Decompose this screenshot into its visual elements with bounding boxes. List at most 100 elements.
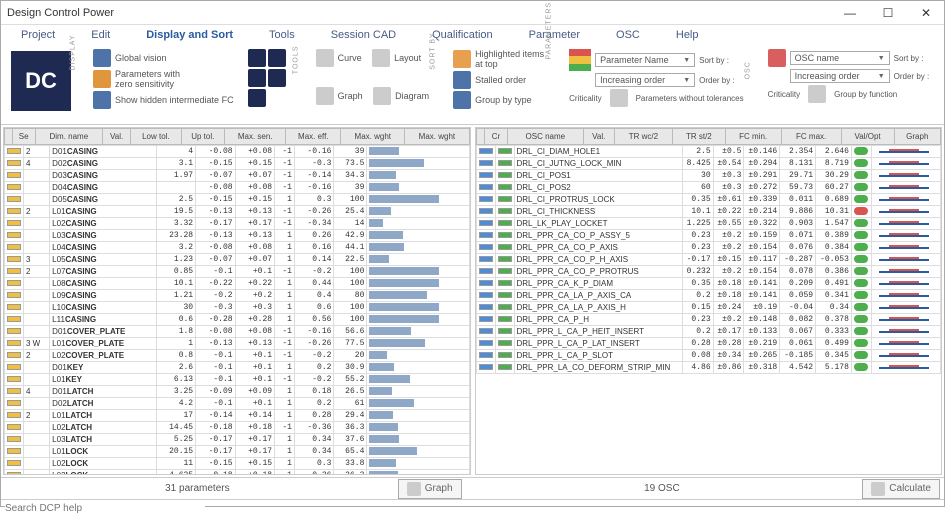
menu-help[interactable]: Help bbox=[676, 29, 699, 41]
table-row[interactable]: L02LATCH14.45-0.18+0.18-1-0.3636.3 bbox=[5, 422, 470, 434]
close-button[interactable]: ✕ bbox=[914, 6, 938, 20]
col-header[interactable]: FC max. bbox=[781, 129, 841, 145]
col-header[interactable]: Graph bbox=[894, 129, 940, 145]
col-header[interactable]: TR wc/2 bbox=[614, 129, 672, 145]
table-row[interactable]: L08CASING10.1-0.22+0.2210.44100 bbox=[5, 278, 470, 290]
table-row[interactable]: DRL_PPR_CA_CO_P_AXIS0.23±0.2±0.1540.0760… bbox=[476, 242, 941, 254]
table-row[interactable]: DRL_CI_PROTRUS_LOCK0.35±0.61±0.3390.0110… bbox=[476, 194, 941, 206]
param-sort-select[interactable]: Parameter Name▼ bbox=[595, 53, 695, 67]
col-header[interactable]: Val. bbox=[103, 129, 131, 145]
table-row[interactable]: L10CASING30-0.3+0.310.6100 bbox=[5, 302, 470, 314]
table-row[interactable]: DRL_PPR_CA_LA_P_AXIS_CA0.2±0.18±0.1410.0… bbox=[476, 290, 941, 302]
table-row[interactable]: 4D02CASING3.1-0.15+0.15-1-0.373.5 bbox=[5, 158, 470, 170]
table-row[interactable]: D04CASING-0.08+0.08-1-0.1639 bbox=[5, 182, 470, 194]
param-crit-icon[interactable] bbox=[569, 49, 591, 71]
table-row[interactable]: DRL_PPR_CA_CO_P_PROTRUS0.232±0.2±0.1540.… bbox=[476, 266, 941, 278]
col-header[interactable]: FC min. bbox=[725, 129, 781, 145]
menu-qualification[interactable]: Qualification bbox=[432, 29, 493, 41]
table-row[interactable]: 4D01LATCH3.25-0.09+0.0910.1826.5 bbox=[5, 386, 470, 398]
table-row[interactable]: DRL_PPR_LA_CO_DEFORM_STRIP_MIN4.86±0.86±… bbox=[476, 362, 941, 374]
param-order-select[interactable]: Increasing order▼ bbox=[595, 73, 695, 87]
sort-flag2-icon[interactable] bbox=[268, 69, 286, 87]
table-row[interactable]: L02CASING3.32-0.17+0.17-1-0.3414 bbox=[5, 218, 470, 230]
menu-display-and-sort[interactable]: Display and Sort bbox=[146, 29, 233, 41]
table-row[interactable]: D03CASING1.97-0.07+0.07-1-0.1434.3 bbox=[5, 170, 470, 182]
global-vision-icon[interactable] bbox=[93, 49, 111, 67]
table-row[interactable]: DRL_PPR_CA_P_H0.23±0.2±0.1480.0820.378 bbox=[476, 314, 941, 326]
table-row[interactable]: L03CASING23.28-0.13+0.1310.2642.9 bbox=[5, 230, 470, 242]
group-type-icon[interactable] bbox=[453, 91, 471, 109]
curve-icon[interactable] bbox=[316, 49, 334, 67]
param-tol-icon[interactable] bbox=[610, 89, 628, 107]
menu-parameter[interactable]: Parameter bbox=[529, 29, 580, 41]
menu-edit[interactable]: Edit bbox=[91, 29, 110, 41]
maximize-button[interactable]: ☐ bbox=[876, 6, 900, 20]
table-row[interactable]: L09CASING1.21-0.2+0.210.480 bbox=[5, 290, 470, 302]
table-row[interactable]: L02LOCK11-0.15+0.1510.333.8 bbox=[5, 458, 470, 470]
col-header[interactable]: Max. wght bbox=[405, 129, 469, 145]
table-row[interactable]: DRL_CI_POS130±0.3±0.29129.7130.29 bbox=[476, 170, 941, 182]
table-row[interactable]: 2L07CASING0.85-0.1+0.1-1-0.2100 bbox=[5, 266, 470, 278]
col-header[interactable] bbox=[476, 129, 485, 145]
col-header[interactable]: Max. eff. bbox=[286, 129, 341, 145]
col-header[interactable]: Val. bbox=[583, 129, 614, 145]
menu-osc[interactable]: OSC bbox=[616, 29, 640, 41]
table-row[interactable]: DRL_LK_PLAY_LOCKET1.225±0.55±0.3220.9031… bbox=[476, 218, 941, 230]
col-header[interactable]: Cr bbox=[485, 129, 508, 145]
table-row[interactable]: D01KEY2.6-0.1+0.110.230.9 bbox=[5, 362, 470, 374]
col-header[interactable] bbox=[5, 129, 13, 145]
col-header[interactable]: OSC name bbox=[507, 129, 583, 145]
layout-icon[interactable] bbox=[372, 49, 390, 67]
search-input[interactable] bbox=[5, 503, 205, 514]
table-row[interactable]: 2D01CASING4-0.08+0.08-1-0.1639 bbox=[5, 146, 470, 158]
graph-icon[interactable] bbox=[316, 87, 334, 105]
table-row[interactable]: DRL_CI_POS260±0.3±0.27259.7360.27 bbox=[476, 182, 941, 194]
col-header[interactable]: Dim. name bbox=[35, 129, 103, 145]
table-row[interactable]: DRL_PPR_L_CA_P_SLOT0.08±0.34±0.265-0.185… bbox=[476, 350, 941, 362]
minimize-button[interactable]: — bbox=[838, 6, 862, 20]
sort-chart-icon[interactable] bbox=[268, 49, 286, 67]
col-header[interactable]: Max. sen. bbox=[225, 129, 286, 145]
table-row[interactable]: L03LOCK4.625-0.18+0.18-1-0.3636.3 bbox=[5, 470, 470, 475]
calculate-button[interactable]: Calculate bbox=[862, 479, 940, 499]
table-row[interactable]: DRL_CI_THICKNESS10.1±0.22±0.2149.88610.3… bbox=[476, 206, 941, 218]
sort-yz-icon[interactable] bbox=[248, 89, 266, 107]
table-row[interactable]: L03LATCH5.25-0.17+0.1710.3437.6 bbox=[5, 434, 470, 446]
menu-session-cad[interactable]: Session CAD bbox=[331, 29, 396, 41]
stalled-order-icon[interactable] bbox=[453, 71, 471, 89]
table-row[interactable]: DRL_PPR_L_CA_P_HEIT_INSERT0.2±0.17±0.133… bbox=[476, 326, 941, 338]
table-row[interactable]: 2L01LATCH17-0.14+0.1410.2829.4 bbox=[5, 410, 470, 422]
highlight-top-icon[interactable] bbox=[453, 50, 471, 68]
table-row[interactable]: DRL_PPR_L_CA_P_LAT_INSERT0.28±0.28±0.219… bbox=[476, 338, 941, 350]
osc-group-icon[interactable] bbox=[808, 85, 826, 103]
table-row[interactable]: L01KEY6.13-0.1+0.1-1-0.255.2 bbox=[5, 374, 470, 386]
menu-project[interactable]: Project bbox=[21, 29, 55, 41]
osc-sort-select[interactable]: OSC name▼ bbox=[790, 51, 890, 65]
sort-flag-icon[interactable] bbox=[248, 69, 266, 87]
col-header[interactable]: Max. wght bbox=[341, 129, 405, 145]
zero-sensitivity-icon[interactable] bbox=[93, 70, 111, 88]
diagram-icon[interactable] bbox=[373, 87, 391, 105]
col-header[interactable]: Val/Opt bbox=[841, 129, 894, 145]
table-row[interactable]: 3 WL01COVER_PLATE1-0.13+0.13-1-0.2677.5 bbox=[5, 338, 470, 350]
table-row[interactable]: 2L01CASING19.5-0.13+0.13-1-0.2625.4 bbox=[5, 206, 470, 218]
table-row[interactable]: D02LATCH4.2-0.1+0.110.261 bbox=[5, 398, 470, 410]
col-header[interactable]: TR st/2 bbox=[673, 129, 725, 145]
table-row[interactable]: D05CASING2.5-0.15+0.1510.3100 bbox=[5, 194, 470, 206]
hidden-fc-icon[interactable] bbox=[93, 91, 111, 109]
table-row[interactable]: DRL_PPR_CA_LA_P_AXIS_H0.15±0.24±0.19-0.0… bbox=[476, 302, 941, 314]
table-row[interactable]: 2L02COVER_PLATE0.8-0.1+0.1-1-0.220 bbox=[5, 350, 470, 362]
table-row[interactable]: DRL_CI_JUTNG_LOCK_MIN8.425±0.54±0.2948.1… bbox=[476, 158, 941, 170]
menu-tools[interactable]: Tools bbox=[269, 29, 295, 41]
graph-button[interactable]: Graph bbox=[398, 479, 462, 499]
table-row[interactable]: DRL_PPR_CA_CO_P_H_AXIS-0.17±0.15±0.117-0… bbox=[476, 254, 941, 266]
table-row[interactable]: L11CASING0.6-0.28+0.2810.56100 bbox=[5, 314, 470, 326]
col-header[interactable]: Low tol. bbox=[131, 129, 181, 145]
table-row[interactable]: DRL_PPR_CA_CO_P_ASSY_50.23±0.2±0.1590.07… bbox=[476, 230, 941, 242]
osc-arrow-icon[interactable] bbox=[768, 49, 786, 67]
table-row[interactable]: DRL_CI_DIAM_HOLE12.5±0.5±0.1462.3542.646 bbox=[476, 146, 941, 158]
table-row[interactable]: D01COVER_PLATE1.8-0.08+0.08-1-0.1656.6 bbox=[5, 326, 470, 338]
table-row[interactable]: L01LOCK20.15-0.17+0.1710.3465.4 bbox=[5, 446, 470, 458]
table-row[interactable]: DRL_PPR_CA_K_P_DIAM0.35±0.18±0.1410.2090… bbox=[476, 278, 941, 290]
osc-order-select[interactable]: Increasing order▼ bbox=[790, 69, 890, 83]
